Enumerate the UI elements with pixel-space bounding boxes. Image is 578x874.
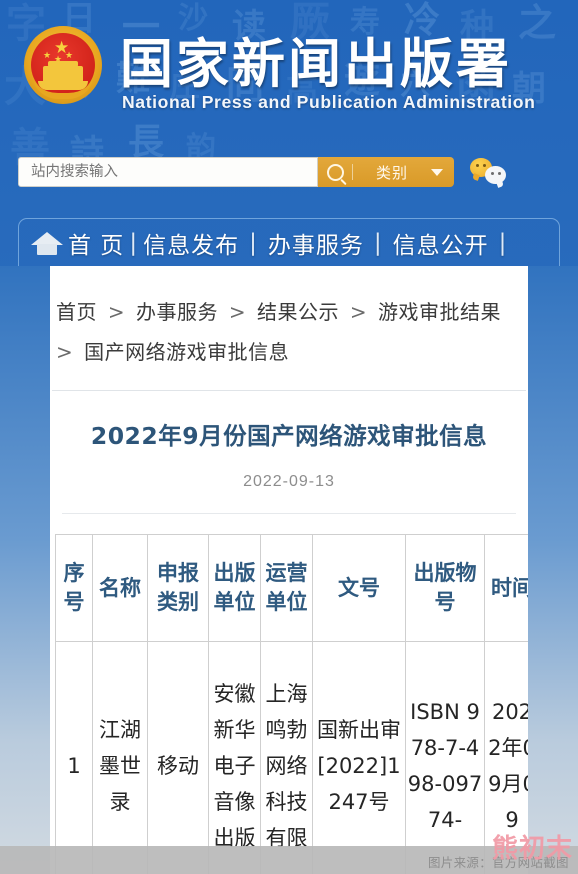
- nav-item-0[interactable]: 首 页: [65, 226, 127, 260]
- content-card: 首页 > 办事服务 > 结果公示 > 游戏审批结果 > 国产网络游戏审批信息 2…: [50, 266, 540, 874]
- breadcrumb-item-2[interactable]: 结果公示: [257, 300, 339, 324]
- watermark-brand: 熊初末: [492, 834, 574, 864]
- page-root: 字日一沙读厥寿冷种之大詠難庄同高遊穴菡朝善詩長韵 ★ ★ ★ ★ 国家新闻出版署…: [0, 0, 578, 874]
- breadcrumb-separator: >: [221, 300, 253, 324]
- nav-list: 首 页 | 信息发布 | 办事服务 | 信息公开 |: [65, 226, 514, 260]
- table-col-isbn: 出版物号: [405, 534, 485, 642]
- nav-separator: |: [498, 229, 508, 256]
- chevron-down-icon: [431, 168, 443, 176]
- site-header: ★ ★ ★ ★ 国家新闻出版署 National Press and Publi…: [0, 0, 578, 150]
- search-button[interactable]: 类别: [318, 157, 454, 187]
- main-nav: 首 页 | 信息发布 | 办事服务 | 信息公开 |: [18, 218, 560, 266]
- cell-no-0: 1: [55, 641, 93, 874]
- breadcrumb: 首页 > 办事服务 > 结果公示 > 游戏审批结果 > 国产网络游戏审批信息: [50, 266, 528, 372]
- cell-cat-0: 移动: [147, 641, 209, 874]
- search-icon: [318, 163, 352, 181]
- divider-under-date: [62, 513, 516, 514]
- breadcrumb-item-1[interactable]: 办事服务: [136, 300, 218, 324]
- table-row: 1 江湖墨世录 移动 安徽新华电子音像出版 上海鸣勃网络科技有限 国新出审[2022]12…: [55, 641, 540, 874]
- search-divider: [352, 164, 353, 180]
- breadcrumb-item-0[interactable]: 首页: [56, 300, 97, 324]
- cell-op-0: 上海鸣勃网络科技有限: [260, 641, 313, 874]
- wechat-icon[interactable]: [468, 158, 526, 188]
- table-col-pub: 出版单位: [208, 534, 261, 642]
- cell-isbn-0: ISBN 978-7-498-09774-: [405, 641, 485, 874]
- table-col-name: 名称: [92, 534, 148, 642]
- left-blue-edge: [0, 266, 50, 874]
- table-col-time: 时间: [484, 534, 540, 642]
- nav-item-2[interactable]: 办事服务: [265, 226, 367, 260]
- search-category-label: 类别: [375, 163, 408, 182]
- search-input[interactable]: [18, 157, 318, 187]
- nav-separator: |: [129, 229, 139, 256]
- search-bar: 类别: [0, 150, 578, 210]
- table-col-cat: 申报类别: [147, 534, 209, 642]
- approval-table: 序号 名称 申报类别 出版单位 运营单位 文号 出版物号 时间 1 江湖墨世录 移动 安徽新华电子音…: [55, 534, 540, 874]
- table-col-no: 序号: [55, 534, 93, 642]
- table-header: 序号 名称 申报类别 出版单位 运营单位 文号 出版物号 时间: [55, 534, 540, 642]
- table-body: 1 江湖墨世录 移动 安徽新华电子音像出版 上海鸣勃网络科技有限 国新出审[2022]12…: [55, 641, 540, 874]
- table-header-row: 序号 名称 申报类别 出版单位 运营单位 文号 出版物号 时间: [55, 534, 540, 642]
- nav-separator: |: [373, 229, 383, 256]
- china-national-emblem-icon: ★ ★ ★ ★: [24, 26, 102, 104]
- breadcrumb-separator: >: [101, 300, 132, 324]
- breadcrumb-separator: >: [342, 300, 374, 324]
- breadcrumb-item-4: 国产网络游戏审批信息: [84, 340, 290, 364]
- nav-item-3[interactable]: 信息公开: [390, 226, 492, 260]
- breadcrumb-item-3[interactable]: 游戏审批结果: [378, 300, 501, 324]
- publish-date: 2022-09-13: [243, 473, 335, 490]
- cell-name-0: 江湖墨世录: [92, 641, 148, 874]
- table-col-doc: 文号: [312, 534, 406, 642]
- nav-separator: |: [249, 229, 258, 256]
- table-col-op: 运营单位: [260, 534, 313, 642]
- site-title-cn: 国家新闻出版署: [120, 34, 512, 95]
- divider-top: [52, 390, 526, 391]
- home-icon[interactable]: [31, 230, 65, 256]
- cell-pub-0: 安徽新华电子音像出版: [208, 641, 261, 874]
- nav-item-1[interactable]: 信息发布: [140, 226, 242, 260]
- site-title-en: National Press and Publication Administr…: [122, 92, 536, 112]
- cell-doc-0: 国新出审[2022]1247号: [312, 641, 406, 874]
- page-title: 2022年9月份国产网络游戏审批信息: [90, 422, 488, 450]
